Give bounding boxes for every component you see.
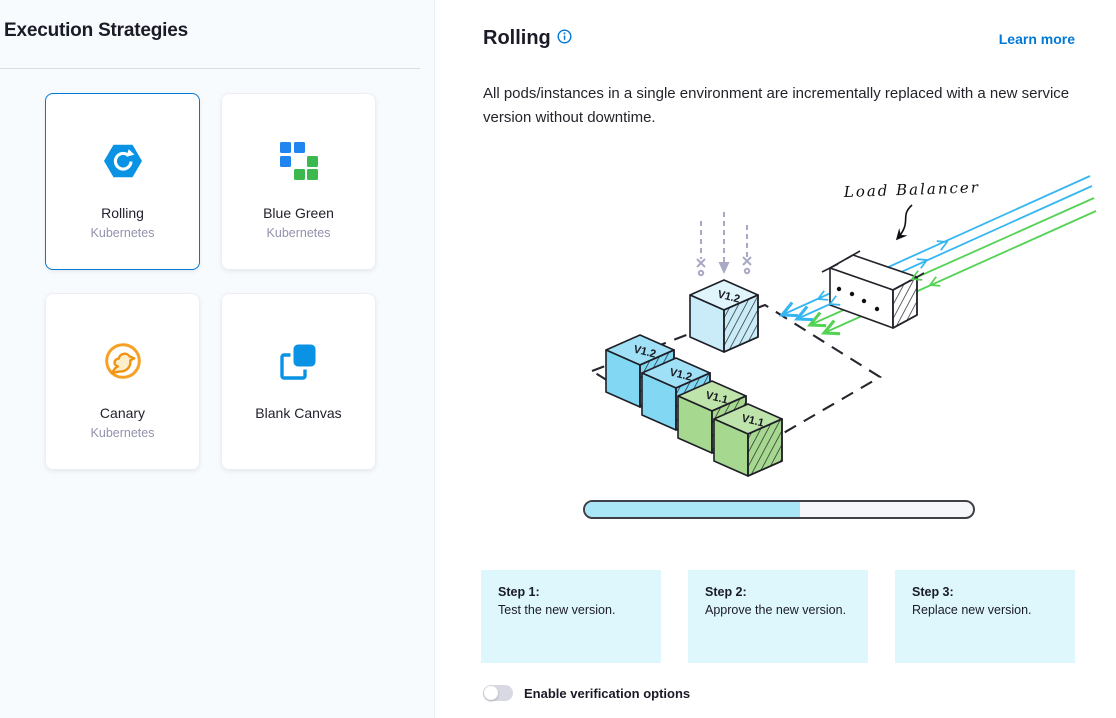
strategy-card-canary[interactable]: Canary Kubernetes bbox=[45, 293, 200, 470]
load-balancer-label: Load Balancer bbox=[843, 178, 981, 201]
step-card-3: Step 3: Replace new version. bbox=[895, 570, 1075, 663]
strategy-card-blank-canvas[interactable]: Blank Canvas bbox=[221, 293, 376, 470]
info-icon[interactable] bbox=[557, 29, 572, 49]
traffic-lines bbox=[782, 176, 1096, 333]
strategy-card-rolling[interactable]: Rolling Kubernetes bbox=[45, 93, 200, 270]
step-title: Step 1: bbox=[498, 584, 644, 600]
verification-toggle-label: Enable verification options bbox=[524, 686, 690, 701]
learn-more-link[interactable]: Learn more bbox=[999, 31, 1075, 47]
step-card-2: Step 2: Approve the new version. bbox=[688, 570, 868, 663]
strategy-steps: Step 1: Test the new version. Step 2: Ap… bbox=[481, 570, 1075, 663]
strategy-cards: Rolling Kubernetes Blue Green Kubernetes bbox=[45, 93, 376, 470]
strategy-detail-panel: Rolling Learn more All pods/instances in… bbox=[435, 0, 1116, 718]
toggle-knob bbox=[484, 686, 498, 700]
canary-bird-icon bbox=[103, 341, 143, 381]
rolling-hexagon-refresh-icon bbox=[103, 141, 143, 181]
strategy-card-title: Rolling bbox=[101, 205, 144, 221]
detail-header: Rolling Learn more bbox=[483, 27, 1075, 50]
step-card-1: Step 1: Test the new version. bbox=[481, 570, 661, 663]
detail-title: Rolling bbox=[483, 27, 551, 50]
deploy-arrowhead bbox=[719, 262, 730, 274]
verification-toggle[interactable] bbox=[483, 685, 513, 701]
step-text: Replace new version. bbox=[912, 602, 1058, 618]
strategy-picker-panel: Execution Strategies Rolling Kubernetes bbox=[0, 0, 435, 718]
strategy-card-title: Blank Canvas bbox=[255, 405, 341, 421]
strategy-description: All pods/instances in a single environme… bbox=[483, 82, 1075, 130]
step-text: Approve the new version. bbox=[705, 602, 851, 618]
rollout-progress-bar bbox=[583, 500, 975, 519]
divider bbox=[0, 68, 420, 69]
rollout-progress-fill bbox=[585, 502, 800, 517]
step-title: Step 2: bbox=[705, 584, 851, 600]
verification-toggle-row: Enable verification options bbox=[483, 685, 690, 701]
strategy-card-title: Canary bbox=[100, 405, 145, 421]
overlapping-squares-icon bbox=[279, 341, 319, 381]
load-balancer-pointer-arrow bbox=[897, 205, 912, 239]
strategy-card-subtitle: Kubernetes bbox=[91, 426, 155, 440]
step-title: Step 3: bbox=[912, 584, 1058, 600]
blue-green-squares-icon bbox=[279, 141, 319, 181]
page-title: Execution Strategies bbox=[4, 20, 188, 42]
rolling-deployment-illustration: V1.2 V1.2 V1.2 V1.1 V1. bbox=[560, 155, 1100, 485]
strategy-card-subtitle: Kubernetes bbox=[267, 226, 331, 240]
strategy-card-title: Blue Green bbox=[263, 205, 334, 221]
step-text: Test the new version. bbox=[498, 602, 644, 618]
strategy-card-subtitle: Kubernetes bbox=[91, 226, 155, 240]
strategy-card-blue-green[interactable]: Blue Green Kubernetes bbox=[221, 93, 376, 270]
